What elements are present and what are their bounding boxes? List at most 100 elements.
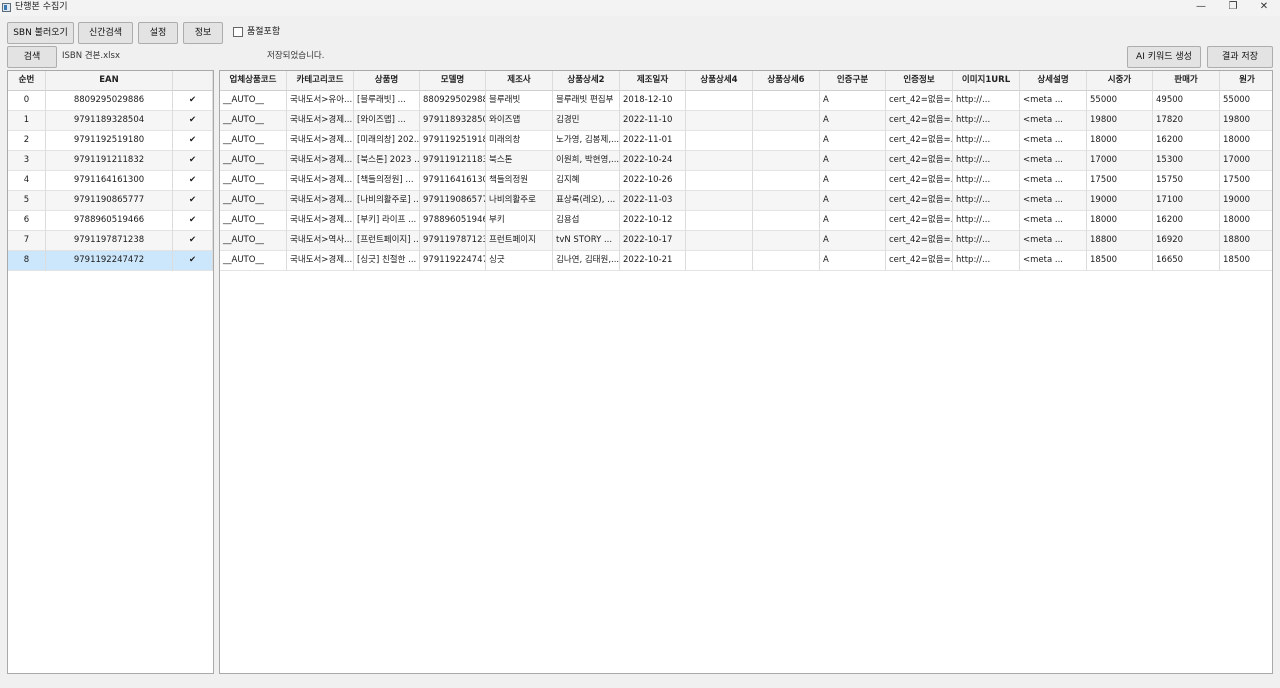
title-bar: 단행본 수집기 — ❐ ✕ bbox=[0, 0, 1280, 16]
header-category-code[interactable]: 카테고리코드 bbox=[287, 71, 354, 91]
cert-info-cell: cert_42=없음=... bbox=[886, 191, 953, 211]
result-row[interactable]: __AUTO__ 국내도서>역사... [프런트페이지] ... 9791197871… bbox=[220, 231, 1272, 251]
manufacturer-cell: 북스톤 bbox=[486, 151, 553, 171]
result-row[interactable]: __AUTO__ 국내도서>경제... [북스톤] 2023 ... 97911912… bbox=[220, 151, 1272, 171]
isbn-row[interactable]: 4 9791164161300 ✔ bbox=[8, 171, 213, 191]
header-vendor-code[interactable]: 업체상품코드 bbox=[220, 71, 287, 91]
list-price-cell: 17000 bbox=[1087, 151, 1153, 171]
manufacture-date-cell: 2022-10-24 bbox=[620, 151, 686, 171]
manufacture-date-cell: 2022-10-17 bbox=[620, 231, 686, 251]
cost-price-cell: 55000 bbox=[1220, 91, 1272, 111]
check-icon[interactable]: ✔ bbox=[173, 191, 213, 211]
check-icon[interactable]: ✔ bbox=[173, 231, 213, 251]
cost-price-cell: 18500 bbox=[1220, 251, 1272, 271]
header-model-name[interactable]: 모델명 bbox=[420, 71, 486, 91]
detail4-cell bbox=[686, 111, 753, 131]
image-url-cell: http://... bbox=[953, 111, 1020, 131]
header-list-price[interactable]: 시중가 bbox=[1087, 71, 1153, 91]
detail2-cell: tvN STORY ... bbox=[553, 231, 620, 251]
detail4-cell bbox=[686, 191, 753, 211]
seq-cell: 2 bbox=[8, 131, 46, 151]
header-cert-info[interactable]: 인증정보 bbox=[886, 71, 953, 91]
header-detail6[interactable]: 상품상세6 bbox=[753, 71, 820, 91]
detail6-cell bbox=[753, 231, 820, 251]
header-cert-type[interactable]: 인증구분 bbox=[820, 71, 886, 91]
detail2-cell: 김나연, 김태원,... bbox=[553, 251, 620, 271]
check-icon[interactable]: ✔ bbox=[173, 151, 213, 171]
save-result-button[interactable]: 결과 저장 bbox=[1207, 46, 1273, 68]
check-icon[interactable]: ✔ bbox=[173, 111, 213, 131]
header-detail4[interactable]: 상품상세4 bbox=[686, 71, 753, 91]
vendor-code-cell: __AUTO__ bbox=[220, 111, 287, 131]
detail2-cell: 김지혜 bbox=[553, 171, 620, 191]
isbn-load-button[interactable]: SBN 불러오기 bbox=[7, 22, 74, 44]
isbn-row[interactable]: 0 8809295029886 ✔ bbox=[8, 91, 213, 111]
image-url-cell: http://... bbox=[953, 191, 1020, 211]
check-icon[interactable]: ✔ bbox=[173, 91, 213, 111]
detail6-cell bbox=[753, 111, 820, 131]
info-button[interactable]: 정보 bbox=[183, 22, 223, 44]
ean-cell: 9791190865777 bbox=[46, 191, 173, 211]
header-manufacture-date[interactable]: 제조일자 bbox=[620, 71, 686, 91]
result-row[interactable]: __AUTO__국내도서>유아...[블루래빗] ...880929502988… bbox=[220, 91, 1272, 111]
seq-cell: 6 bbox=[8, 211, 46, 231]
ean-cell: 9791197871238 bbox=[46, 231, 173, 251]
header-check[interactable] bbox=[173, 71, 213, 91]
header-ean[interactable]: EAN bbox=[46, 71, 173, 91]
check-icon[interactable]: ✔ bbox=[173, 131, 213, 151]
result-row[interactable]: __AUTO__ 국내도서>경제... [책들의정원] ... 97911641613… bbox=[220, 171, 1272, 191]
detail2-cell: 이원희, 박현영,... bbox=[553, 151, 620, 171]
seq-cell: 0 bbox=[8, 91, 46, 111]
search-button[interactable]: 검색 bbox=[7, 46, 57, 68]
check-icon[interactable]: ✔ bbox=[173, 211, 213, 231]
product-name-cell: [싱긋] 친절한 ... bbox=[354, 251, 420, 271]
description-cell: <meta ... bbox=[1020, 111, 1087, 131]
cert-type-cell: A bbox=[820, 191, 886, 211]
header-sale-price[interactable]: 판매가 bbox=[1153, 71, 1220, 91]
isbn-row[interactable]: 3 9791191211832 ✔ bbox=[8, 151, 213, 171]
cost-price-cell: 17000 bbox=[1220, 151, 1272, 171]
manufacture-date-cell: 2022-11-03 bbox=[620, 191, 686, 211]
minimize-icon[interactable]: — bbox=[1186, 0, 1216, 16]
isbn-row[interactable]: 8 9791192247472 ✔ bbox=[8, 251, 213, 271]
check-icon[interactable]: ✔ bbox=[173, 251, 213, 271]
ean-cell: 8809295029886 bbox=[46, 91, 173, 111]
category-code-cell: 국내도서>경제... bbox=[287, 211, 354, 231]
detail2-cell: 블루래빗 편집부 bbox=[553, 91, 620, 111]
sale-price-cell: 16650 bbox=[1153, 251, 1220, 271]
include-outofprint-checkbox[interactable] bbox=[233, 27, 243, 37]
isbn-row[interactable]: 7 9791197871238 ✔ bbox=[8, 231, 213, 251]
seq-cell: 7 bbox=[8, 231, 46, 251]
header-detail2[interactable]: 상품상세2 bbox=[553, 71, 620, 91]
header-product-name[interactable]: 상품명 bbox=[354, 71, 420, 91]
ai-keyword-button[interactable]: AI 키워드 생성 bbox=[1127, 46, 1201, 68]
result-row[interactable]: __AUTO__ 국내도서>경제... [나비의활주로] ... 9791190865… bbox=[220, 191, 1272, 211]
header-manufacturer[interactable]: 제조사 bbox=[486, 71, 553, 91]
cost-price-cell: 17500 bbox=[1220, 171, 1272, 191]
seq-cell: 4 bbox=[8, 171, 46, 191]
new-search-button[interactable]: 신간검색 bbox=[78, 22, 133, 44]
header-cost-price[interactable]: 원가 bbox=[1220, 71, 1272, 91]
isbn-row[interactable]: 2 9791192519180 ✔ bbox=[8, 131, 213, 151]
detail4-cell bbox=[686, 91, 753, 111]
restore-icon[interactable]: ❐ bbox=[1218, 0, 1248, 16]
manufacturer-cell: 책들의정원 bbox=[486, 171, 553, 191]
close-icon[interactable]: ✕ bbox=[1249, 0, 1279, 16]
image-url-cell: http://... bbox=[953, 231, 1020, 251]
isbn-row[interactable]: 5 9791190865777 ✔ bbox=[8, 191, 213, 211]
result-row[interactable]: __AUTO__ 국내도서>경제... [싱긋] 친절한 ... 9791192247… bbox=[220, 251, 1272, 271]
result-row[interactable]: __AUTO__ 국내도서>경제... [미래의창] 202... 979119251… bbox=[220, 131, 1272, 151]
settings-button[interactable]: 설정 bbox=[138, 22, 178, 44]
result-row[interactable]: __AUTO__국내도서>경제...[와이즈맵] ...979118932850… bbox=[220, 111, 1272, 131]
image-url-cell: http://... bbox=[953, 91, 1020, 111]
check-icon[interactable]: ✔ bbox=[173, 171, 213, 191]
product-name-cell: [나비의활주로] ... bbox=[354, 191, 420, 211]
header-description[interactable]: 상세설명 bbox=[1020, 71, 1087, 91]
isbn-row[interactable]: 6 9788960519466 ✔ bbox=[8, 211, 213, 231]
header-image-url[interactable]: 이미지1URL bbox=[953, 71, 1020, 91]
isbn-row[interactable]: 1 9791189328504 ✔ bbox=[8, 111, 213, 131]
product-name-cell: [부키] 라이프 ... bbox=[354, 211, 420, 231]
header-seq[interactable]: 순번 bbox=[8, 71, 46, 91]
seq-cell: 3 bbox=[8, 151, 46, 171]
result-row[interactable]: __AUTO__ 국내도서>경제... [부키] 라이프 ... 9788960519… bbox=[220, 211, 1272, 231]
